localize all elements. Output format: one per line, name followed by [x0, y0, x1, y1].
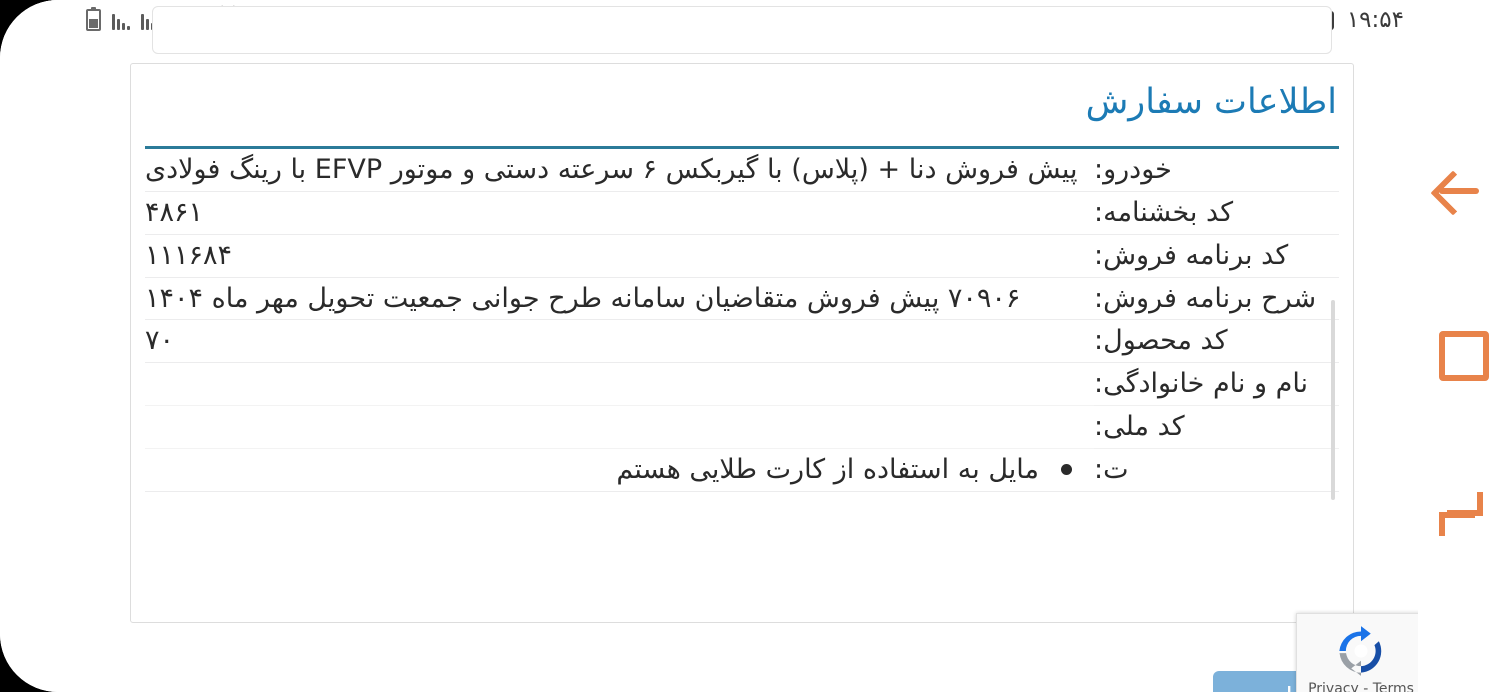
previous-card-cutoff: ‎	[152, 6, 1332, 54]
row-value-text: ۴۸۶۱	[145, 196, 204, 228]
recaptcha-privacy-terms[interactable]: Privacy - Terms	[1308, 681, 1414, 692]
row-label: کد برنامه فروش:	[1094, 234, 1339, 278]
recaptcha-logo-icon	[1339, 626, 1382, 676]
row-label: ت:	[1094, 448, 1339, 492]
row-value-text: پیش فروش دنا + (پلاس) با گیربکس ۶ سرعته …	[145, 154, 1078, 185]
page-title: اطلاعات سفارش	[1085, 82, 1337, 122]
row-value: ۷۰۹۰۶ پیش فروش متقاضیان سامانه طرح جوانی…	[145, 277, 1094, 321]
row-value-text: ۷۰	[145, 325, 175, 357]
table-row: نام و نام خانوادگی:	[145, 362, 1339, 407]
table-row: کد محصول: ۷۰	[145, 319, 1339, 364]
row-value: ۴۸۶۱	[145, 191, 1094, 235]
signal-bars-icon-1	[112, 10, 130, 30]
row-label: شرح برنامه فروش:	[1094, 277, 1339, 321]
golden-card-label: مایل به استفاده از کارت طلایی هستم	[616, 453, 1039, 485]
table-row: کد برنامه فروش: ۱۱۱۶۸۴	[145, 234, 1339, 278]
table-row: کد بخشنامه: ۴۸۶۱	[145, 191, 1339, 235]
android-navigation-bar	[1418, 0, 1500, 692]
row-value: مایل به استفاده از کارت طلایی هستم	[145, 448, 1094, 492]
battery-icon	[86, 7, 101, 31]
previous-card-text: ‎	[153, 0, 1331, 15]
row-value: ۱۱۱۶۸۴	[145, 234, 1094, 278]
status-bar-clock: ۱۹:۵۴	[1346, 7, 1404, 33]
row-label: خودرو:	[1094, 149, 1339, 192]
row-value-text: ۷۰۹۰۶ پیش فروش متقاضیان سامانه طرح جوانی…	[145, 282, 1021, 314]
order-information-card: اطلاعات سفارش خودرو: پیش فروش دنا + (پلا…	[130, 63, 1354, 623]
row-value: ۷۰	[145, 319, 1094, 364]
row-label: کد ملی:	[1094, 405, 1339, 449]
row-label: کد محصول:	[1094, 319, 1339, 364]
row-value: پیش فروش دنا + (پلاس) با گیربکس ۶ سرعته …	[145, 149, 1094, 192]
row-value-text: ۱۱۱۶۸۴	[145, 239, 233, 271]
table-row: خودرو: پیش فروش دنا + (پلاس) با گیربکس ۶…	[145, 149, 1339, 192]
phone-screen: ↓↑4G ۱۹:۵۴ ‎ اطلاعات سفارش	[0, 0, 1500, 692]
browser-viewport: ↓↑4G ۱۹:۵۴ ‎ اطلاعات سفارش	[0, 0, 1426, 692]
recaptcha-badge[interactable]: Privacy - Terms	[1296, 613, 1426, 692]
table-row: کد ملی:	[145, 405, 1339, 449]
table-row: شرح برنامه فروش: ۷۰۹۰۶ پیش فروش متقاضیان…	[145, 277, 1339, 321]
back-icon[interactable]	[1435, 166, 1483, 214]
table-body: خودرو: پیش فروش دنا + (پلاس) با گیربکس ۶…	[145, 149, 1339, 492]
table-row-golden-card-option: ت: مایل به استفاده از کارت طلایی هستم	[145, 448, 1339, 492]
golden-card-bullet-item: مایل به استفاده از کارت طلایی هستم	[145, 449, 1094, 491]
bullet-dot-icon	[1061, 464, 1072, 476]
row-label: کد بخشنامه:	[1094, 191, 1339, 235]
home-icon[interactable]	[1435, 327, 1489, 381]
row-value	[145, 405, 1094, 449]
recents-icon[interactable]	[1435, 488, 1483, 536]
scrollbar-thumb[interactable]	[1331, 300, 1335, 500]
row-value	[145, 362, 1094, 407]
order-information-table: خودرو: پیش فروش دنا + (پلاس) با گیربکس ۶…	[145, 149, 1339, 492]
page-content: ‎ اطلاعات سفارش خودرو: پیش فروش دنا + (پ…	[0, 6, 1426, 692]
row-label: نام و نام خانوادگی:	[1094, 362, 1339, 407]
